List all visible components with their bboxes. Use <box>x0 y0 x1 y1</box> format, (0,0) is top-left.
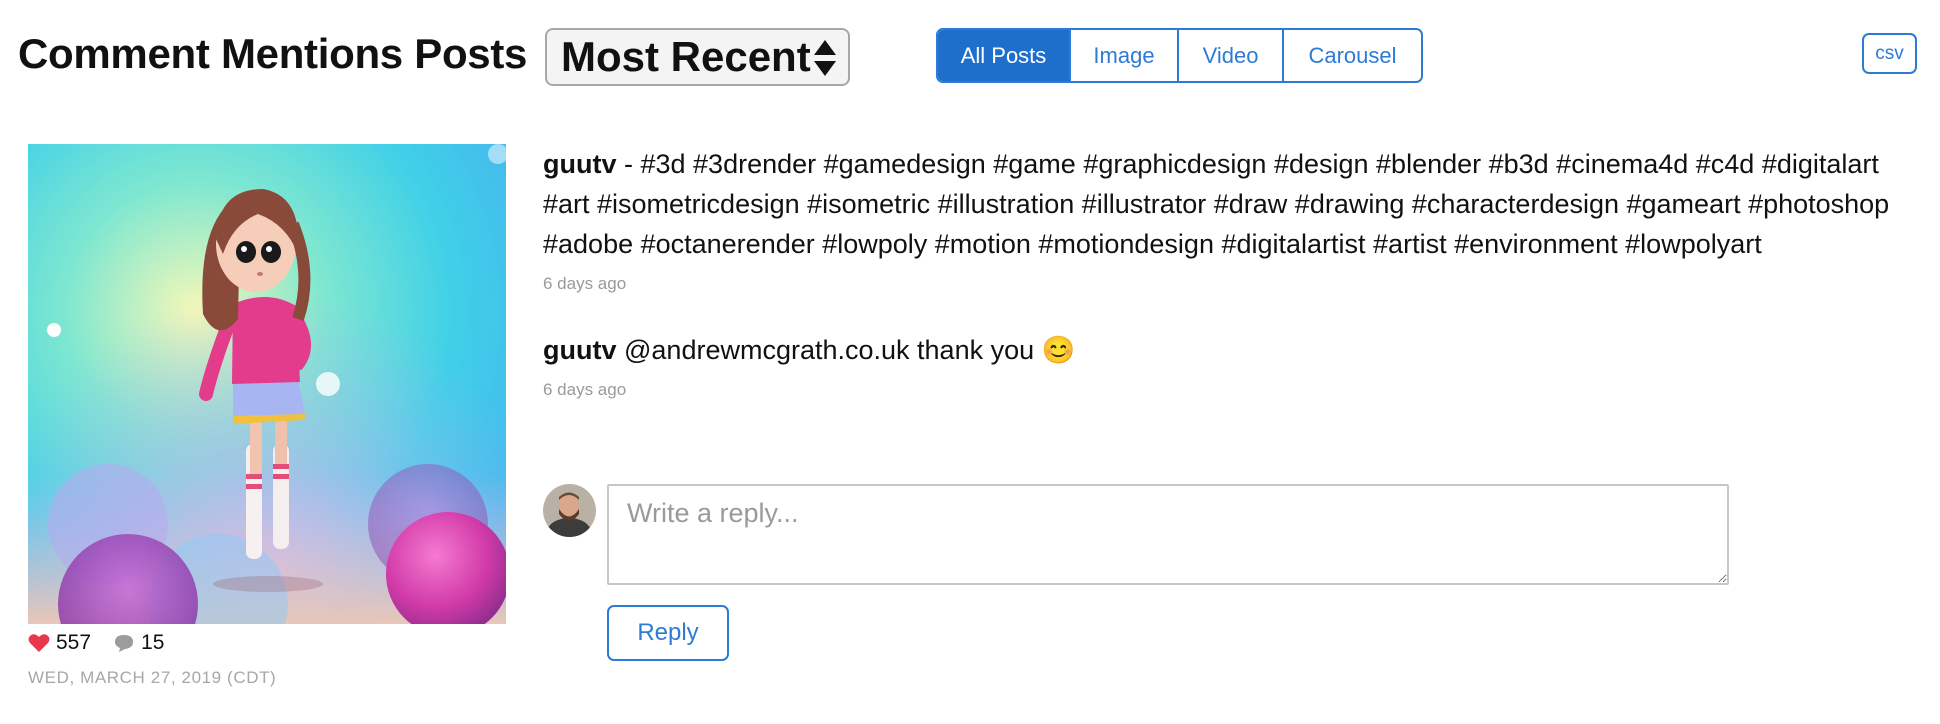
header: Comment Mentions Posts Most Recent All P… <box>0 0 1940 100</box>
filter-all-posts[interactable]: All Posts <box>938 30 1071 81</box>
comment-item: guutv @andrewmcgrath.co.uk thank you 😊 6… <box>543 330 1923 400</box>
comment-list: guutv - #3d #3drender #gamedesign #game … <box>543 144 1923 400</box>
comment-timestamp: 6 days ago <box>543 274 627 293</box>
filter-image[interactable]: Image <box>1071 30 1179 81</box>
3d-character-girl-image <box>28 144 506 624</box>
filter-carousel[interactable]: Carousel <box>1284 30 1421 81</box>
post-type-filter: All Posts Image Video Carousel <box>936 28 1423 83</box>
speech-bubble-icon <box>115 635 134 652</box>
csv-export-button[interactable]: csv <box>1862 33 1917 74</box>
likes-stat: 557 <box>28 631 91 655</box>
post-date: WED, MARCH 27, 2019 (CDT) <box>28 668 277 687</box>
comments-count: 15 <box>141 631 165 654</box>
reply-input[interactable] <box>607 484 1729 585</box>
heart-icon <box>28 634 50 652</box>
reply-button[interactable]: Reply <box>607 605 729 661</box>
user-avatar <box>543 484 596 537</box>
sort-selected-value: Most Recent <box>561 33 811 80</box>
sort-dropdown[interactable]: Most Recent <box>545 28 850 86</box>
comment-timestamp: 6 days ago <box>543 380 627 399</box>
filter-video[interactable]: Video <box>1179 30 1284 81</box>
updown-arrows-icon <box>814 40 836 76</box>
avatar-icon <box>543 484 596 537</box>
likes-count: 557 <box>56 631 92 654</box>
comment-body: guutv - #3d #3drender #gamedesign #game … <box>543 144 1923 264</box>
comment-username[interactable]: guutv <box>543 335 617 365</box>
comment-message: @andrewmcgrath.co.uk thank you 😊 <box>616 335 1076 365</box>
post-stats: 557 15 <box>28 630 186 656</box>
comment-item: guutv - #3d #3drender #gamedesign #game … <box>543 144 1923 294</box>
comment-username[interactable]: guutv <box>543 149 617 179</box>
post-thumbnail[interactable] <box>28 144 506 624</box>
comments-stat: 15 <box>113 631 164 655</box>
page-title: Comment Mentions Posts <box>18 30 528 77</box>
comment-message: - #3d #3drender #gamedesign #game #graph… <box>543 149 1890 259</box>
comment-body: guutv @andrewmcgrath.co.uk thank you 😊 <box>543 330 1923 370</box>
